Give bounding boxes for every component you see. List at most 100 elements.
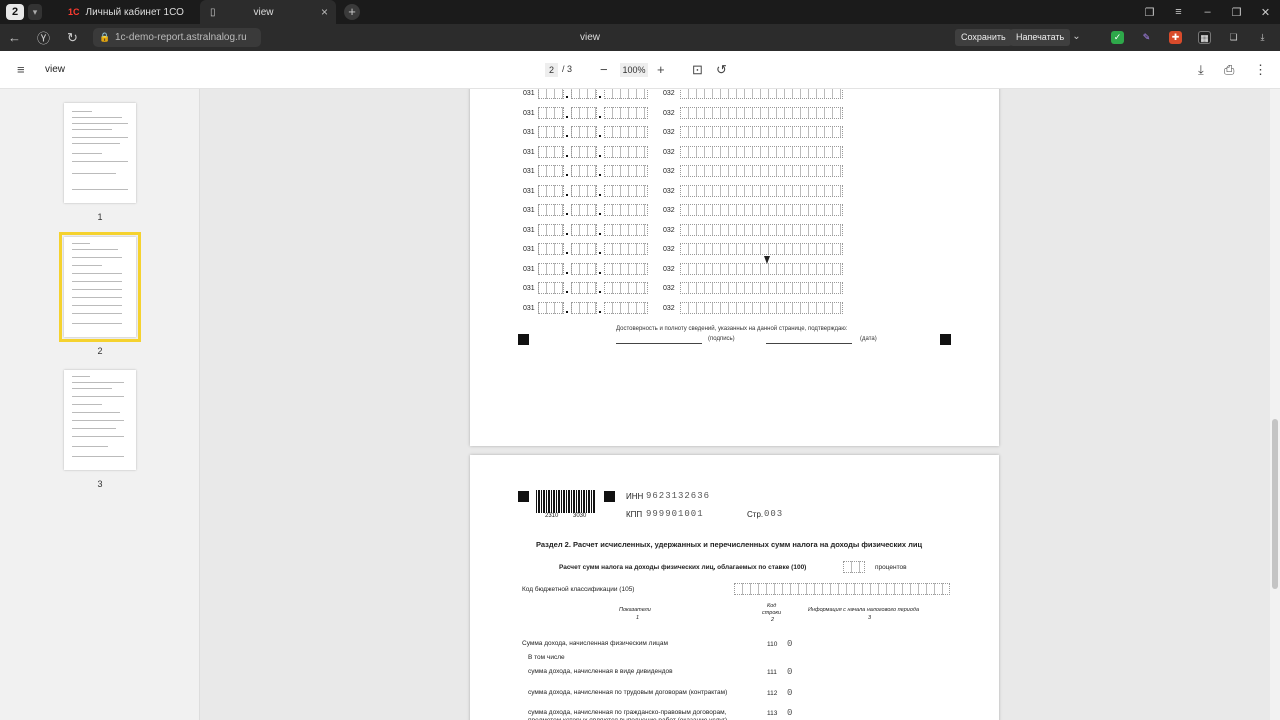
separator-dot [599, 96, 601, 98]
thumbnail-sidebar: 1 2 3 [0, 89, 200, 720]
fit-page-icon[interactable]: ⊡ [692, 62, 703, 78]
input-cells [538, 282, 564, 294]
indicator-label: Сумма дохода, начисленная физическим лиц… [522, 640, 668, 647]
input-cells [571, 145, 597, 158]
separator-dot [566, 96, 568, 98]
input-cells [571, 89, 597, 99]
indicator-label: сумма дохода, начисленная по трудовым до… [528, 689, 728, 696]
hamburger-menu-icon[interactable]: ≡ [17, 62, 25, 77]
minimize-icon[interactable]: – [1193, 6, 1222, 18]
inn-label: ИНН [626, 492, 644, 501]
input-cells [538, 243, 564, 255]
protect-shield-icon[interactable]: ✓ [1111, 31, 1124, 44]
input-cells [680, 184, 843, 197]
collections-icon[interactable]: ❐ [1135, 6, 1164, 19]
indicator-value: 0 [787, 667, 794, 677]
separator-dot [566, 310, 568, 313]
chevron-down-icon[interactable]: ▾ [28, 4, 42, 20]
new-tab-button[interactable]: + [344, 4, 360, 20]
separator-dot [599, 310, 601, 313]
code-row: 031 032 [470, 106, 999, 121]
kpp-value: 999901001 [646, 509, 704, 519]
qr-extension-icon[interactable]: ▦ [1198, 31, 1211, 44]
input-cells [680, 89, 843, 99]
row-code-left: 031 [523, 90, 535, 97]
page-value: 003 [764, 509, 784, 519]
zoom-in-icon[interactable]: + [657, 62, 665, 77]
column-number: 2 [771, 617, 775, 623]
input-cells [680, 106, 843, 119]
input-cells [680, 223, 843, 236]
alignment-marker [518, 334, 529, 345]
tab-lichnyi-kabinet[interactable]: 1С Личный кабинет 1СО [58, 0, 198, 24]
close-window-icon[interactable]: ✕ [1251, 6, 1280, 19]
rate-cells [843, 561, 865, 573]
input-cells [604, 106, 648, 119]
input-cells [680, 145, 843, 158]
row-code-right: 032 [663, 187, 675, 195]
input-cells [604, 165, 648, 177]
menu-icon[interactable]: ≡ [1164, 6, 1193, 18]
indicator-code: 113 [767, 710, 778, 717]
barcode [536, 490, 596, 513]
page-total: / 3 [562, 64, 573, 74]
rotate-icon[interactable]: ↺ [716, 62, 727, 78]
tab-count-badge[interactable]: 2 [6, 4, 24, 20]
save-button[interactable]: Сохранить [955, 29, 1012, 46]
separator-dot [599, 174, 601, 176]
zoom-out-icon[interactable]: − [600, 62, 608, 77]
separator-dot [566, 115, 568, 118]
row-code-left: 031 [523, 246, 535, 253]
percent-label: процентов [875, 564, 907, 571]
input-cells [571, 165, 597, 177]
tab-view[interactable]: ▯ view × [200, 0, 336, 24]
chevron-down-icon[interactable]: ⌄ [1062, 31, 1091, 42]
input-cells [538, 262, 564, 275]
column-header: Код [767, 603, 777, 609]
code-row: 031 032 [470, 204, 999, 218]
document-viewer[interactable]: 031 032 031 032 031 032 031 032 031 032 031 032 031 0… [200, 89, 1270, 720]
row-code-left: 031 [523, 207, 535, 214]
input-cells [571, 301, 597, 314]
thumbnail-label: 3 [97, 479, 103, 489]
window-controls: ❐ ≡ – ❐ ✕ [1135, 0, 1280, 24]
column-header: Показатели [619, 607, 651, 613]
row-code-right: 032 [663, 90, 675, 97]
vertical-scrollbar[interactable] [1270, 89, 1280, 720]
thumbnail-page-1[interactable] [64, 103, 136, 203]
scrollbar-thumb[interactable] [1272, 419, 1278, 589]
input-cells [680, 204, 843, 216]
row-code-right: 032 [663, 109, 675, 117]
input-cells [680, 301, 843, 314]
restore-icon[interactable]: ❐ [1222, 6, 1251, 19]
row-code-left: 031 [523, 226, 535, 234]
input-cells [571, 106, 597, 119]
download-icon[interactable]: ⤓ [1198, 62, 1204, 78]
print-icon[interactable]: ⎙ [1224, 62, 1234, 78]
more-options-icon[interactable]: ⋮ [1254, 62, 1267, 78]
indicator-label: сумма дохода, начисленная по гражданско-… [528, 709, 727, 716]
code-row: 031 032 [470, 145, 999, 160]
extension-icon[interactable]: ✚ [1169, 31, 1182, 44]
pdf-page-3: 2310 3030 ИНН 9623132636 КПП 999901001 С… [470, 455, 999, 720]
thumbnail-page-3[interactable] [64, 370, 136, 470]
page-label: Стр. [747, 510, 764, 519]
zoom-level[interactable]: 100% [620, 63, 648, 77]
input-cells [538, 165, 564, 177]
input-cells [571, 243, 597, 255]
pdf-title: view [45, 64, 66, 75]
input-cells [604, 204, 648, 216]
download-icon[interactable]: ⤓ [1256, 31, 1269, 44]
page-number-input[interactable]: 2 [545, 63, 558, 77]
code-row: 031 032 [470, 184, 999, 199]
thumbnail-label: 1 [97, 212, 103, 222]
row-code-right: 032 [663, 168, 675, 175]
sidebar-icon[interactable]: ❏ [1227, 31, 1240, 44]
thumbnail-page-2[interactable] [59, 232, 141, 342]
tab-label: Личный кабинет 1СО [85, 6, 184, 18]
close-tab-icon[interactable]: × [321, 5, 328, 19]
code-row: 031 032 [470, 301, 999, 316]
column-header: строки [762, 610, 782, 616]
input-cells [604, 301, 648, 314]
feather-extension-icon[interactable]: ✎ [1140, 31, 1153, 44]
